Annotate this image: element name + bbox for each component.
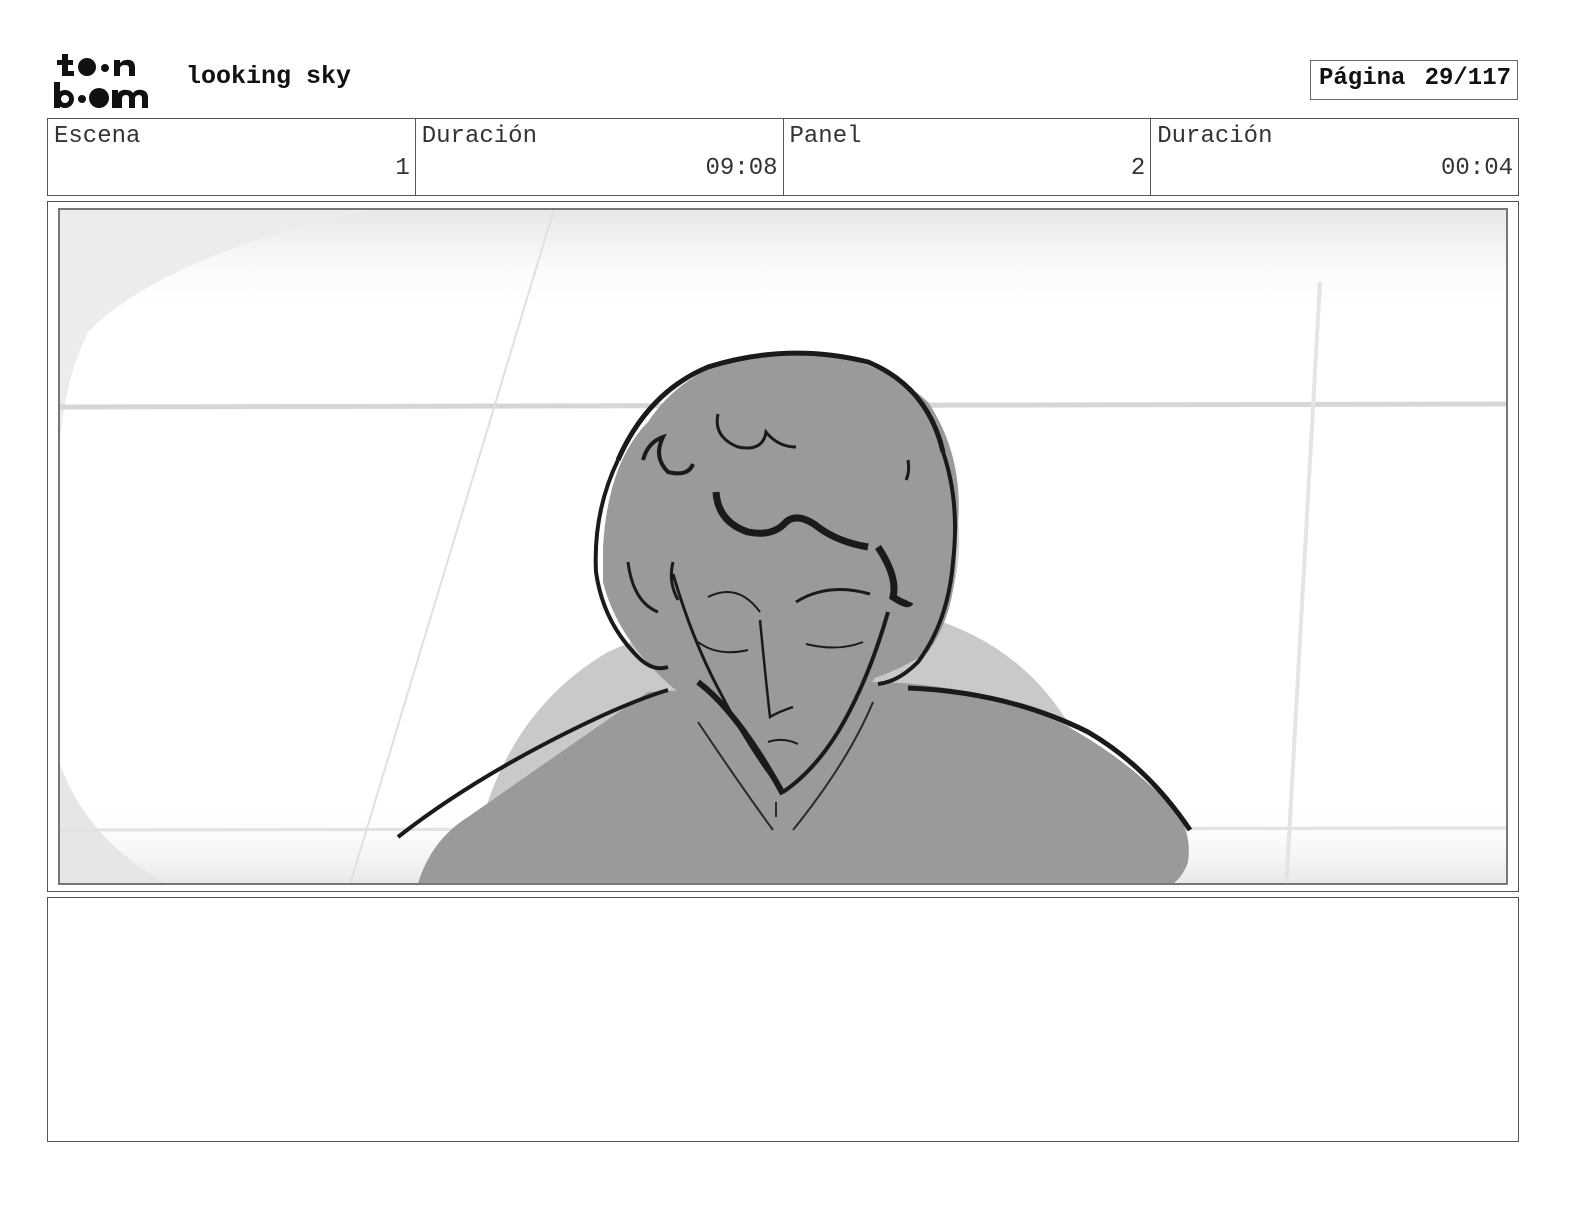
page-label: Página [1319, 64, 1406, 92]
panel-notes-area [47, 897, 1519, 1142]
scene-value: 1 [395, 155, 410, 182]
scene-cell: Escena 1 [48, 119, 416, 195]
toonboom-logo [52, 50, 164, 112]
panel-cell: Panel 2 [784, 119, 1152, 195]
panel-value: 2 [1130, 155, 1146, 182]
panel-duration-cell: Duración 00:04 [1151, 119, 1518, 195]
page-number: 29/117 [1424, 64, 1511, 92]
page-indicator: Página 29/117 [1310, 60, 1518, 100]
scene-duration-cell: Duración 09:08 [416, 119, 784, 195]
scene-info-row: Escena 1 Duración 09:08 Panel 2 Duración… [47, 118, 1519, 196]
scene-duration-label: Duración [421, 123, 537, 150]
toonboom-logo-icon [54, 54, 148, 108]
project-title: looking sky [186, 62, 352, 91]
storyboard-panel [47, 201, 1519, 892]
scene-duration-value: 09:08 [705, 155, 778, 182]
panel-duration-value: 00:04 [1440, 155, 1513, 182]
panel-label: Panel [789, 123, 862, 150]
storyboard-drawing [58, 208, 1508, 885]
panel-artwork [59, 209, 1507, 884]
scene-label: Escena [54, 123, 141, 150]
panel-duration-label: Duración [1157, 123, 1273, 150]
